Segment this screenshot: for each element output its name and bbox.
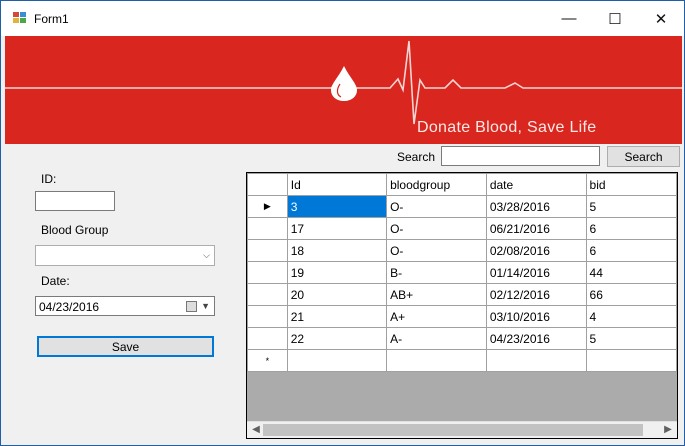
column-header-bloodgroup[interactable]: bloodgroup bbox=[386, 173, 487, 196]
id-label: ID: bbox=[41, 172, 57, 186]
chevron-down-icon[interactable]: ⌵ bbox=[203, 250, 210, 261]
grid-cell[interactable]: 66 bbox=[585, 283, 677, 306]
scroll-left-icon[interactable]: ◀ bbox=[249, 424, 263, 435]
search-label: Search bbox=[397, 150, 436, 164]
grid-cell[interactable]: 3 bbox=[286, 195, 388, 218]
column-header-bid[interactable]: bid bbox=[585, 173, 677, 196]
table-row[interactable]: 19 B- 01/14/2016 44 bbox=[247, 261, 677, 284]
grid-cell[interactable]: O- bbox=[386, 217, 487, 240]
search-button[interactable]: Search bbox=[607, 146, 680, 167]
grid-cell[interactable]: 22 bbox=[286, 327, 388, 350]
grid-cell[interactable]: 17 bbox=[286, 217, 388, 240]
search-input[interactable] bbox=[441, 146, 600, 166]
grid-table: Id bloodgroup date bid ▶ 3 O- 03/28/2016… bbox=[247, 173, 677, 372]
grid-cell[interactable]: AB+ bbox=[386, 283, 487, 306]
table-row[interactable]: 18 O- 02/08/2016 6 bbox=[247, 239, 677, 262]
calendar-icon[interactable] bbox=[186, 301, 197, 312]
row-header[interactable] bbox=[247, 327, 288, 350]
grid-cell[interactable]: 01/14/2016 bbox=[485, 261, 587, 284]
horizontal-scrollbar[interactable]: ◀ ▶ bbox=[247, 421, 677, 438]
grid-corner-cell[interactable] bbox=[247, 173, 288, 196]
app-icon[interactable] bbox=[13, 12, 27, 24]
grid-cell[interactable]: 20 bbox=[286, 283, 388, 306]
grid-cell[interactable]: B- bbox=[386, 261, 487, 284]
form-window: Form1 — ☐ ✕ Donate Blood, Save Life ID: … bbox=[0, 0, 685, 446]
slogan-text: Donate Blood, Save Life bbox=[417, 119, 597, 136]
grid-cell[interactable]: 44 bbox=[585, 261, 677, 284]
chevron-down-icon[interactable]: ▼ bbox=[201, 301, 210, 311]
blood-group-label: Blood Group bbox=[41, 223, 109, 237]
header-banner: Donate Blood, Save Life bbox=[5, 36, 682, 144]
date-value: 04/23/2016 bbox=[39, 300, 100, 314]
id-input[interactable] bbox=[35, 191, 115, 211]
column-header-date[interactable]: date bbox=[485, 173, 587, 196]
table-row[interactable]: ▶ 3 O- 03/28/2016 5 bbox=[247, 195, 677, 218]
row-header[interactable] bbox=[247, 305, 288, 328]
maximize-button[interactable]: ☐ bbox=[592, 1, 638, 36]
minimize-button[interactable]: — bbox=[546, 1, 592, 36]
grid-cell[interactable]: 5 bbox=[585, 327, 677, 350]
column-header-id[interactable]: Id bbox=[286, 173, 388, 196]
grid-cell[interactable]: A+ bbox=[386, 305, 487, 328]
grid-cell[interactable] bbox=[286, 349, 388, 372]
grid-cell[interactable]: 03/28/2016 bbox=[485, 195, 587, 218]
grid-cell[interactable]: 02/12/2016 bbox=[485, 283, 587, 306]
date-picker[interactable]: 04/23/2016 ▼ bbox=[35, 296, 215, 316]
grid-cell[interactable]: 5 bbox=[585, 195, 677, 218]
save-button[interactable]: Save bbox=[37, 336, 214, 357]
table-row[interactable]: 17 O- 06/21/2016 6 bbox=[247, 217, 677, 240]
close-button[interactable]: ✕ bbox=[638, 1, 684, 36]
grid-cell[interactable]: A- bbox=[386, 327, 487, 350]
grid-cell[interactable]: 18 bbox=[286, 239, 388, 262]
row-header[interactable] bbox=[247, 217, 288, 240]
grid-cell[interactable]: 21 bbox=[286, 305, 388, 328]
window-title: Form1 bbox=[34, 12, 69, 26]
grid-header-row: Id bloodgroup date bid bbox=[247, 173, 677, 196]
table-row[interactable]: 21 A+ 03/10/2016 4 bbox=[247, 305, 677, 328]
grid-cell[interactable]: 06/21/2016 bbox=[485, 217, 587, 240]
grid-cell[interactable]: O- bbox=[386, 195, 487, 218]
row-header[interactable] bbox=[247, 261, 288, 284]
scroll-right-icon[interactable]: ▶ bbox=[661, 424, 675, 435]
grid-cell[interactable]: 19 bbox=[286, 261, 388, 284]
grid-cell[interactable]: 6 bbox=[585, 217, 677, 240]
grid-cell[interactable] bbox=[386, 349, 487, 372]
new-row-indicator[interactable]: * bbox=[247, 349, 288, 372]
blood-group-combobox[interactable]: ⌵ bbox=[35, 245, 215, 266]
table-row[interactable]: 22 A- 04/23/2016 5 bbox=[247, 327, 677, 350]
grid-cell[interactable]: 03/10/2016 bbox=[485, 305, 587, 328]
grid-cell[interactable]: 04/23/2016 bbox=[485, 327, 587, 350]
row-header[interactable] bbox=[247, 283, 288, 306]
grid-cell[interactable] bbox=[485, 349, 587, 372]
grid-cell[interactable] bbox=[585, 349, 677, 372]
row-header[interactable] bbox=[247, 239, 288, 262]
grid-cell[interactable]: O- bbox=[386, 239, 487, 262]
grid-cell[interactable]: 4 bbox=[585, 305, 677, 328]
title-bar[interactable]: Form1 — ☐ ✕ bbox=[1, 1, 684, 36]
grid-cell[interactable]: 6 bbox=[585, 239, 677, 262]
date-label: Date: bbox=[41, 274, 70, 288]
data-grid[interactable]: Id bloodgroup date bid ▶ 3 O- 03/28/2016… bbox=[246, 172, 678, 439]
current-row-indicator[interactable]: ▶ bbox=[247, 195, 288, 218]
scroll-thumb[interactable] bbox=[263, 424, 643, 436]
table-row[interactable]: 20 AB+ 02/12/2016 66 bbox=[247, 283, 677, 306]
grid-cell[interactable]: 02/08/2016 bbox=[485, 239, 587, 262]
new-row[interactable]: * bbox=[247, 349, 677, 372]
